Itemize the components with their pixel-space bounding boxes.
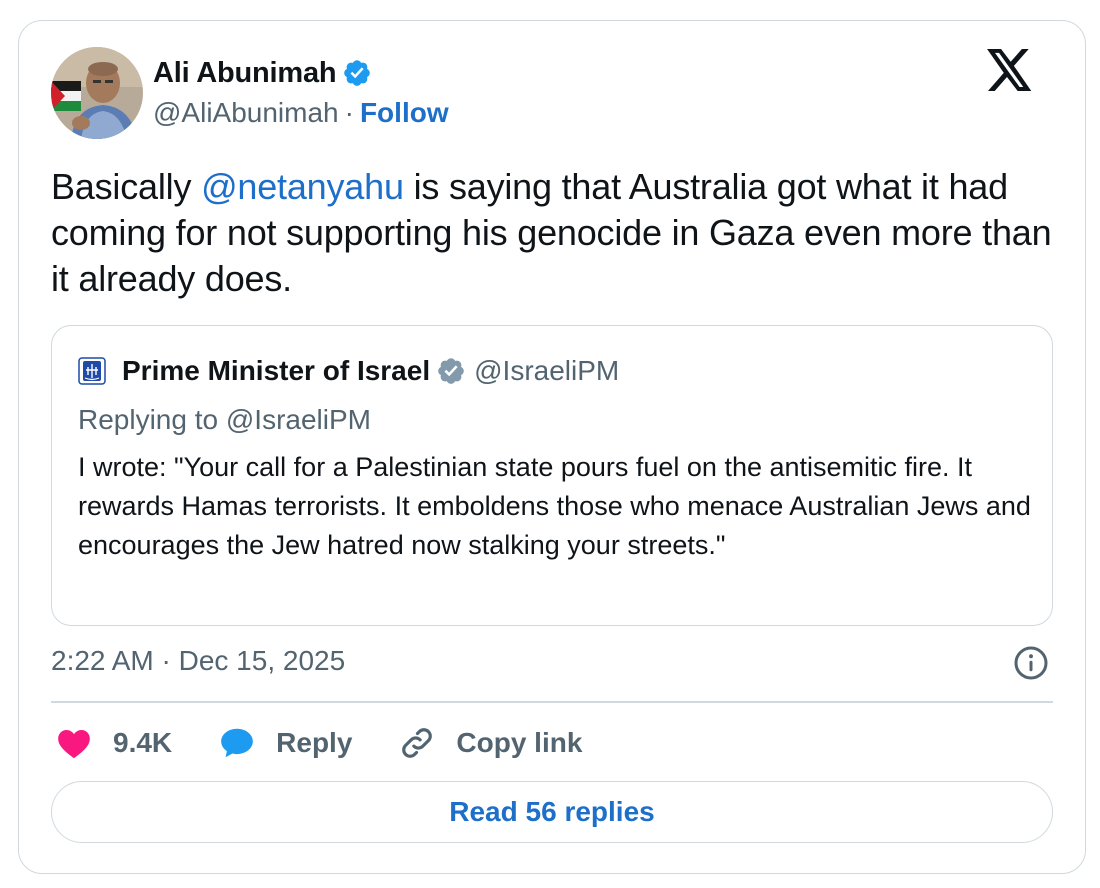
reply-label: Reply <box>276 727 353 758</box>
follow-button[interactable]: Follow <box>360 97 449 129</box>
author-handle-row: @AliAbunimah · Follow <box>153 97 449 129</box>
copy-link-button[interactable]: Copy link <box>398 724 582 762</box>
action-bar: 9.4K Reply Copy link <box>55 721 628 765</box>
quoted-tweet[interactable]: Prime Minister of Israel @IsraeliPM Repl… <box>51 325 1053 626</box>
heart-icon <box>58 730 90 759</box>
copy-link-label: Copy link <box>456 727 583 758</box>
like-count: 9.4K <box>113 727 173 758</box>
israel-emblem-icon <box>78 357 106 385</box>
quoted-author-name[interactable]: Prime Minister of Israel <box>122 355 430 387</box>
verified-badge-icon <box>438 358 464 384</box>
tweet-text: Basically @netanyahu is saying that Aust… <box>51 164 1061 302</box>
link-icon <box>402 728 433 758</box>
read-replies-button[interactable]: Read 56 replies <box>51 781 1053 843</box>
author-name-row: Ali Abunimah <box>153 55 372 91</box>
quoted-author-handle[interactable]: @IsraeliPM <box>474 355 619 387</box>
tweet-text-before: Basically <box>51 166 202 207</box>
x-logo-icon[interactable] <box>987 49 1033 91</box>
reply-button[interactable]: Reply <box>218 724 352 762</box>
handle-separator: · <box>344 97 354 128</box>
mention-link[interactable]: @netanyahu <box>201 166 404 207</box>
tweet-card: Ali Abunimah @AliAbunimah · Follow Basic… <box>18 20 1086 874</box>
quoted-tweet-text: I wrote: "Your call for a Palestinian st… <box>78 452 1031 560</box>
divider <box>51 701 1053 703</box>
tweet-timestamp[interactable]: 2:22 AM · Dec 15, 2025 <box>51 645 345 677</box>
author-name[interactable]: Ali Abunimah <box>153 57 337 90</box>
verified-badge-icon <box>344 60 371 86</box>
author-avatar[interactable] <box>51 47 143 139</box>
speech-bubble-icon <box>221 728 253 758</box>
quoted-header: Prime Minister of Israel @IsraeliPM <box>78 351 619 391</box>
like-button[interactable]: 9.4K <box>55 724 172 762</box>
author-handle[interactable]: @AliAbunimah <box>153 97 339 129</box>
replying-to-label: Replying to @IsraeliPM <box>78 404 371 435</box>
info-icon[interactable] <box>1013 645 1049 681</box>
